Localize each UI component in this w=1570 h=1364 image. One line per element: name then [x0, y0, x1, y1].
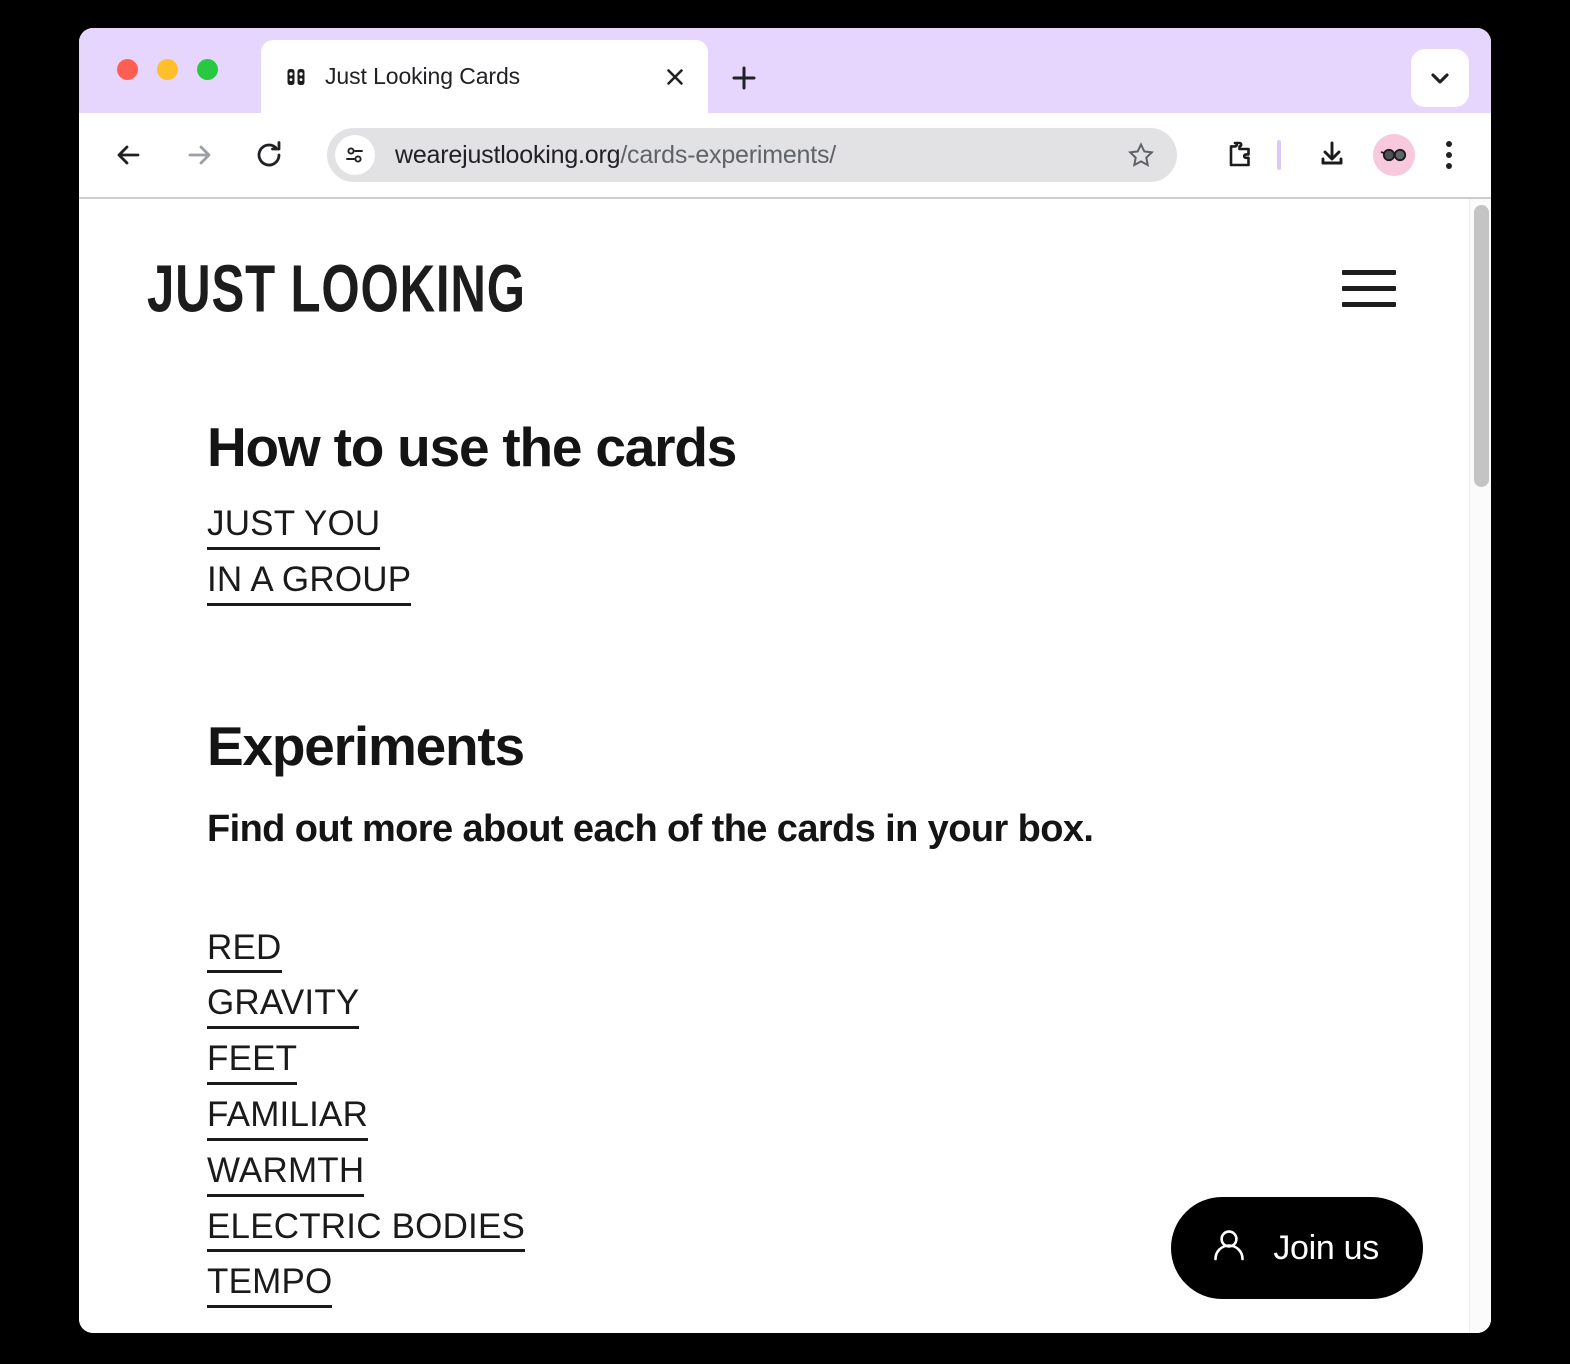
tab-title: Just Looking Cards [325, 63, 521, 89]
close-window-button[interactable] [117, 59, 138, 80]
list-item: IN A GROUP [207, 560, 1491, 606]
forward-arrow-icon [188, 145, 211, 165]
web-page: JUST LOOKING How to use the cards JUST Y… [79, 199, 1491, 1333]
url-path: /cards-experiments/ [620, 140, 837, 169]
new-tab-button[interactable] [724, 58, 764, 98]
join-us-button[interactable]: Join us [1171, 1197, 1423, 1299]
three-dot-menu-icon [1446, 141, 1452, 147]
extensions-button[interactable] [1217, 132, 1263, 178]
page-content: How to use the cards JUST YOU IN A GROUP… [79, 415, 1491, 1309]
address-bar[interactable]: wearejustlooking.org/cards-experiments/ [327, 128, 1177, 182]
person-icon [1207, 1224, 1251, 1273]
reload-button[interactable] [245, 131, 293, 179]
window-controls [117, 59, 218, 80]
link-warmth[interactable]: WARMTH [207, 1151, 365, 1197]
download-icon [1321, 141, 1343, 165]
chevron-down-icon [1431, 73, 1449, 84]
list-item: FAMILIAR [207, 1096, 1491, 1141]
minimize-window-button[interactable] [157, 59, 178, 80]
page-viewport: JUST LOOKING How to use the cards JUST Y… [79, 199, 1491, 1333]
link-gravity[interactable]: GRAVITY [207, 984, 360, 1030]
link-tempo[interactable]: TEMPO [207, 1263, 333, 1309]
hamburger-menu-icon[interactable] [1342, 270, 1396, 307]
sunglasses-avatar-icon [1380, 148, 1407, 162]
bookmark-button[interactable] [1119, 133, 1163, 177]
star-outline-icon [1127, 142, 1155, 167]
experiments-heading: Experiments [207, 714, 525, 777]
url-text: wearejustlooking.org/cards-experiments/ [395, 141, 1119, 170]
toolbar-divider [1277, 140, 1281, 170]
site-logo[interactable]: JUST LOOKING [147, 250, 526, 327]
tab-strip: Just Looking Cards [79, 28, 1491, 113]
list-item: WARMTH [207, 1151, 1491, 1197]
link-just-you[interactable]: JUST YOU [207, 505, 381, 550]
list-item: RED [207, 928, 1491, 974]
downloads-button[interactable] [1309, 132, 1355, 178]
link-red[interactable]: RED [207, 928, 282, 974]
scrollbar-thumb[interactable] [1474, 205, 1489, 487]
how-to-use-link-list: JUST YOU IN A GROUP [207, 505, 1491, 606]
forward-button[interactable] [175, 131, 223, 179]
puzzle-piece-icon [1229, 141, 1250, 167]
experiments-subheading: Find out more about each of the cards in… [207, 807, 1094, 850]
page-scrollbar[interactable] [1469, 199, 1491, 1333]
reload-icon [257, 141, 281, 167]
browser-menu-button[interactable] [1429, 135, 1469, 175]
tune-sliders-icon[interactable] [335, 135, 375, 175]
browser-tab-active[interactable]: Just Looking Cards [261, 40, 708, 113]
list-item: FEET [207, 1040, 1491, 1085]
browser-window: Just Looking Cards wearejustlooking.org/… [79, 28, 1491, 1333]
url-host: wearejustlooking.org [395, 140, 621, 169]
binoculars-icon [285, 66, 307, 88]
site-header: JUST LOOKING [79, 199, 1491, 326]
join-us-label: Join us [1273, 1228, 1379, 1267]
list-item: JUST YOU [207, 505, 1491, 550]
back-arrow-icon [117, 145, 140, 165]
back-button[interactable] [105, 131, 153, 179]
link-electric-bodies[interactable]: ELECTRIC BODIES [207, 1207, 526, 1253]
list-item: GRAVITY [207, 984, 1491, 1030]
close-tab-button[interactable] [658, 60, 692, 94]
tab-list-button[interactable] [1411, 49, 1469, 107]
link-familiar[interactable]: FAMILIAR [207, 1096, 369, 1141]
maximize-window-button[interactable] [197, 59, 218, 80]
browser-toolbar: wearejustlooking.org/cards-experiments/ [79, 113, 1491, 199]
link-feet[interactable]: FEET [207, 1040, 298, 1085]
avatar[interactable] [1373, 134, 1415, 176]
page-title: How to use the cards [207, 416, 737, 478]
link-in-a-group[interactable]: IN A GROUP [207, 560, 412, 606]
